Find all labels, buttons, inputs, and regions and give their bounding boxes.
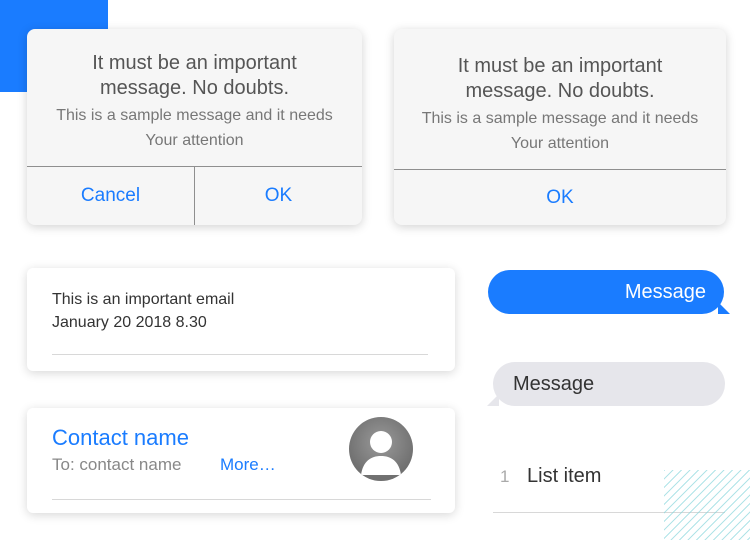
alert-title: It must be an important message. No doub… <box>92 52 297 99</box>
bubble-tail <box>487 394 499 406</box>
ok-button[interactable]: OK <box>394 170 726 225</box>
email-date: January 20 2018 8.30 <box>52 314 207 331</box>
more-link[interactable]: More… <box>220 455 276 475</box>
list-item-number: 1 <box>500 467 510 486</box>
person-silhouette-icon <box>361 431 401 475</box>
alert-body: It must be an important message. No doub… <box>27 29 362 153</box>
alert-actions: Cancel OK <box>27 166 362 225</box>
alert-dialog-two-buttons: It must be an important message. No doub… <box>27 29 362 225</box>
contact-recipient: To: contact name <box>52 455 182 474</box>
message-text: Message <box>624 280 706 303</box>
alert-title: It must be an important message. No doub… <box>457 55 663 102</box>
person-avatar-icon[interactable] <box>349 417 413 481</box>
decorative-stripes <box>664 470 750 540</box>
alert-message: This is a sample message and it needs Yo… <box>421 110 699 152</box>
alert-message: This is a sample message and it needs Yo… <box>56 107 333 149</box>
email-subject: This is an important email <box>52 291 235 308</box>
incoming-message-bubble[interactable]: Message <box>487 362 725 406</box>
contact-name[interactable]: Contact name <box>52 425 189 451</box>
ok-button[interactable]: OK <box>194 167 362 225</box>
list-item-label: List item <box>527 465 602 487</box>
bubble-tail <box>718 302 730 314</box>
cancel-button[interactable]: Cancel <box>27 167 194 225</box>
alert-dialog-one-button: It must be an important message. No doub… <box>394 29 726 225</box>
alert-body: It must be an important message. No doub… <box>394 29 726 156</box>
divider <box>52 354 428 355</box>
email-card[interactable]: This is an important email January 20 20… <box>27 268 455 371</box>
alert-actions: OK <box>394 169 726 225</box>
contact-card: Contact name To: contact name More… <box>27 408 455 513</box>
divider <box>52 499 431 500</box>
outgoing-message-bubble[interactable]: Message <box>488 270 730 314</box>
message-text: Message <box>513 372 595 395</box>
